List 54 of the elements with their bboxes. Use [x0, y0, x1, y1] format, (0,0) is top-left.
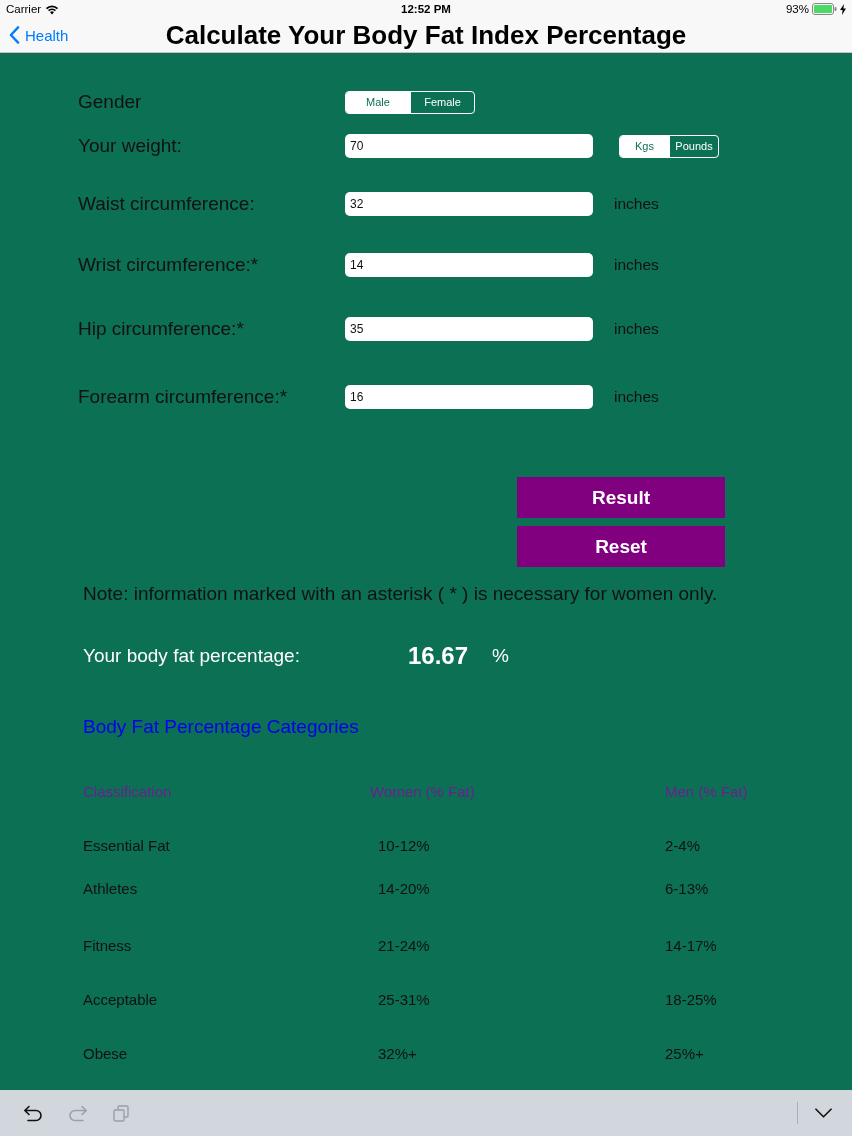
- table-cell: 2-4%: [665, 836, 701, 854]
- charging-bolt-icon: [840, 3, 846, 15]
- unit-label: inches: [614, 195, 659, 213]
- table-cell: Essential Fat: [83, 836, 170, 854]
- table-header-cell: Classification: [83, 782, 172, 800]
- table-cell: 25-31%: [378, 990, 430, 1008]
- battery-icon: [812, 3, 837, 15]
- reset-button[interactable]: Reset: [517, 526, 725, 567]
- page-title: Calculate Your Body Fat Index Percentage: [165, 19, 687, 51]
- text-field[interactable]: 16: [345, 385, 593, 409]
- unit-label: inches: [614, 256, 659, 274]
- table-header-cell: Women (% Fat): [370, 782, 475, 800]
- wifi-icon: [45, 3, 60, 15]
- text-field[interactable]: 32: [345, 192, 593, 216]
- table-cell: 14-20%: [378, 879, 430, 897]
- table-cell: 10-12%: [378, 836, 430, 854]
- unit-label: inches: [614, 320, 659, 338]
- chevron-down-icon[interactable]: [815, 1108, 832, 1118]
- table-cell: Obese: [83, 1044, 128, 1062]
- time-label: 12:52 PM: [401, 3, 451, 15]
- carrier-label: Carrier: [6, 3, 42, 15]
- text-field[interactable]: 70: [345, 134, 593, 158]
- table-cell: Fitness: [83, 936, 132, 954]
- note-text: Note: information marked with an asterisk ( * ) is necessary for women only.: [83, 583, 718, 605]
- result-button[interactable]: Result: [517, 477, 725, 518]
- field-label: Gender: [78, 91, 143, 113]
- field-label: Waist circumference:: [78, 193, 256, 215]
- table-cell: 6-13%: [665, 879, 709, 897]
- unit-label: inches: [614, 388, 659, 406]
- table-cell: 32%+: [378, 1044, 417, 1062]
- field-label: Your weight:: [78, 135, 183, 157]
- text-field[interactable]: 35: [345, 317, 593, 341]
- back-button[interactable]: Health: [0, 26, 73, 44]
- field-label: Wrist circumference:*: [78, 254, 260, 276]
- gender-segment[interactable]: Female: [410, 91, 474, 113]
- result-label: Your body fat percentage:: [83, 645, 301, 667]
- field-label: Forearm circumference:*: [78, 386, 289, 408]
- table-cell: 14-17%: [665, 936, 717, 954]
- result-value: 16.67: [408, 642, 469, 670]
- percent-label: %: [492, 645, 509, 667]
- unit-segment[interactable]: Pounds: [669, 135, 718, 157]
- table-cell: Athletes: [83, 879, 138, 897]
- text-field[interactable]: 14: [345, 253, 593, 277]
- field-label: Hip circumference:*: [78, 318, 245, 340]
- table-cell: 21-24%: [378, 936, 430, 954]
- undo-icon[interactable]: [23, 1104, 43, 1122]
- table-header-cell: Men (% Fat): [665, 782, 748, 800]
- table-cell: Acceptable: [83, 990, 158, 1008]
- chevron-left-icon: [9, 26, 20, 44]
- table-cell: 25%+: [665, 1044, 704, 1062]
- table-cell: 18-25%: [665, 990, 717, 1008]
- unit-segment[interactable]: Kgs: [620, 135, 669, 157]
- gender-segment[interactable]: Male: [346, 91, 410, 113]
- battery-percent: 93%: [785, 3, 809, 15]
